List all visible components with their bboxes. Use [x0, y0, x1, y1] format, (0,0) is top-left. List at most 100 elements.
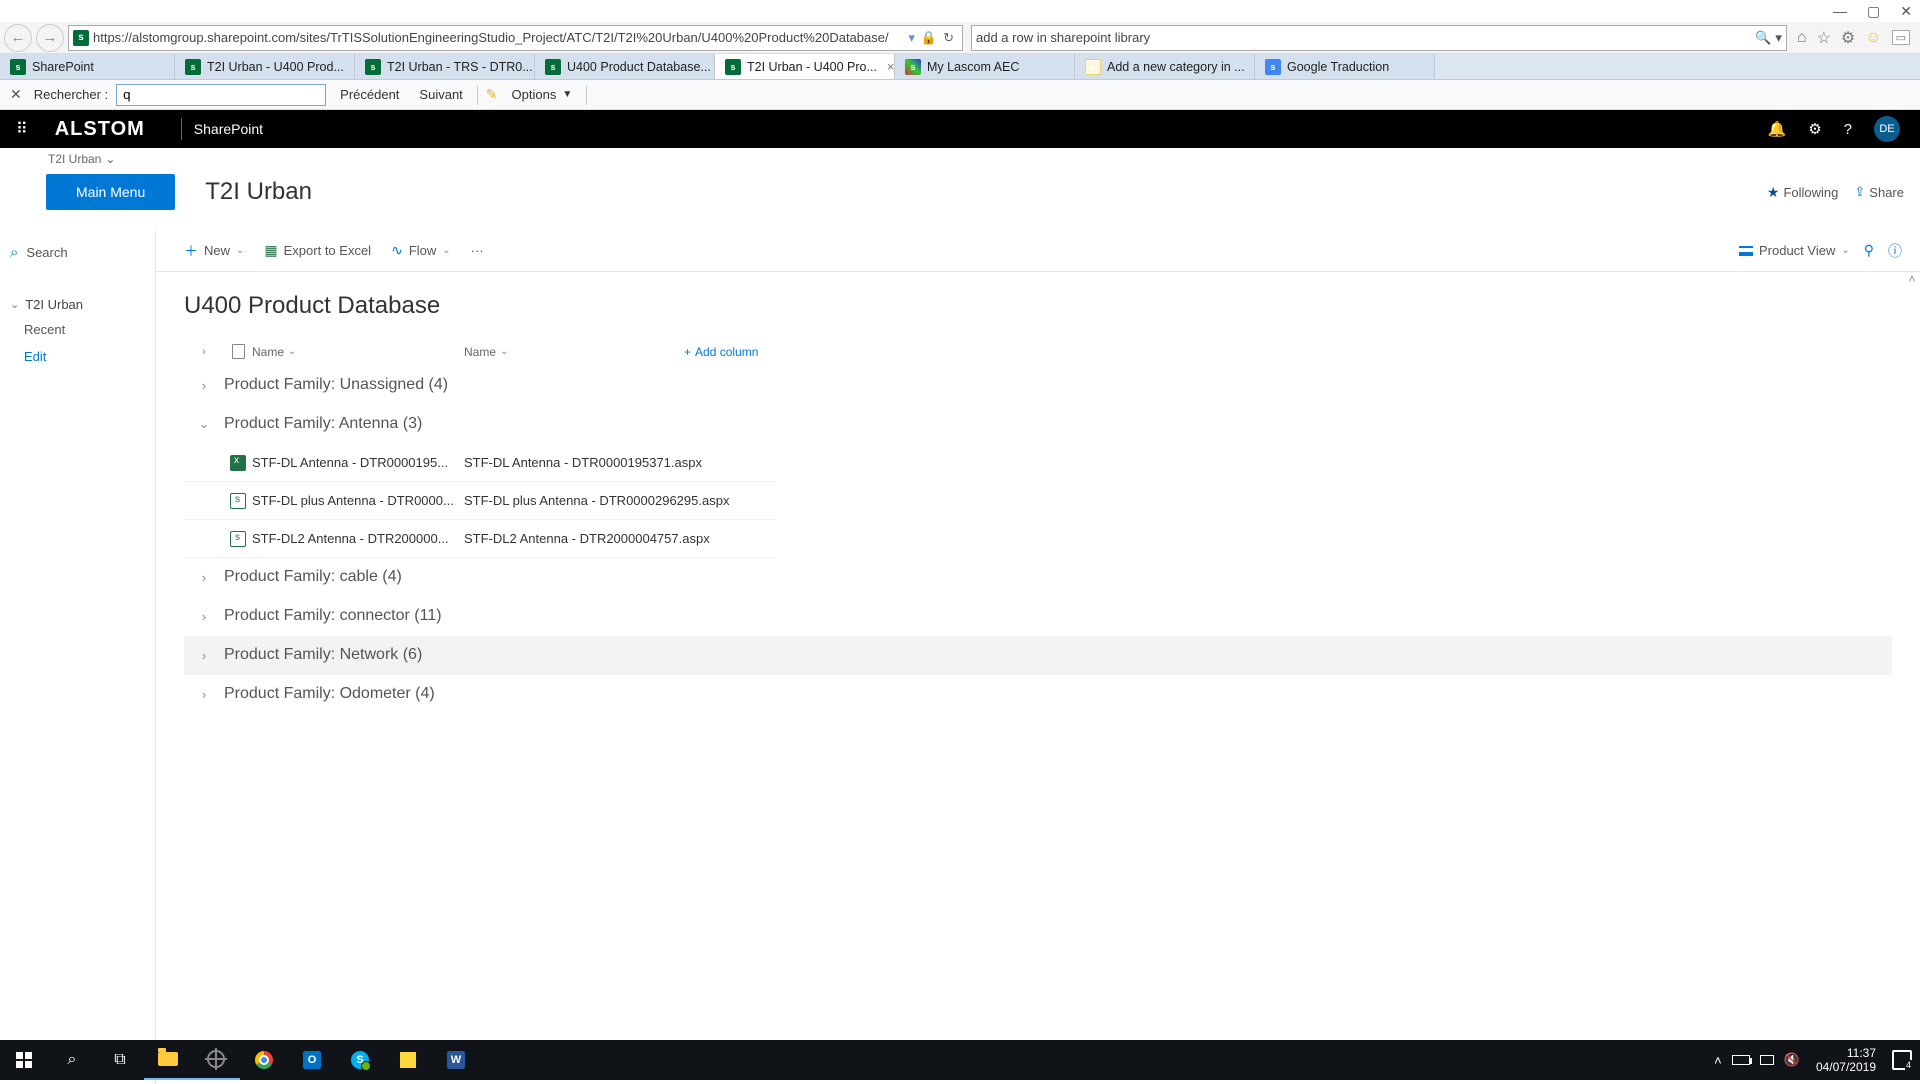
- browser-tab[interactable]: sSharePoint: [0, 54, 175, 79]
- find-options-button[interactable]: Options▼: [506, 87, 579, 102]
- feedback-icon[interactable]: ☺: [1865, 29, 1881, 47]
- group-label: Product Family: Odometer (4): [224, 685, 435, 703]
- suite-app-label[interactable]: SharePoint: [194, 121, 263, 137]
- search-icon: ⌕: [10, 244, 18, 261]
- tab-favicon-icon: s: [1265, 59, 1281, 75]
- help-icon[interactable]: ?: [1844, 121, 1852, 138]
- site-breadcrumb[interactable]: T2I Urban: [48, 152, 101, 166]
- chrome-button[interactable]: [240, 1040, 288, 1080]
- highlight-icon[interactable]: ✎: [486, 86, 498, 103]
- start-button[interactable]: [0, 1040, 48, 1080]
- left-search-button[interactable]: ⌕ Search: [10, 238, 145, 269]
- browser-tab[interactable]: sT2I Urban - U400 Pro...×: [715, 54, 895, 79]
- favorite-icon[interactable]: ☆: [1817, 28, 1831, 48]
- breadcrumb-chevron-icon[interactable]: ⌄: [105, 152, 115, 166]
- outlook-button[interactable]: O: [288, 1040, 336, 1080]
- taskview-button[interactable]: ⧉: [96, 1040, 144, 1080]
- chevron-down-icon[interactable]: ⌄: [184, 416, 224, 432]
- view-selector[interactable]: Product View⌄: [1739, 243, 1850, 258]
- header-expand-all[interactable]: ›: [184, 346, 224, 358]
- nav-site-root[interactable]: ⌄ T2I Urban: [10, 293, 145, 316]
- list-item[interactable]: STF-DL Antenna - DTR0000195...STF-DL Ant…: [184, 444, 776, 482]
- group-header[interactable]: ›Product Family: Unassigned (4): [184, 366, 1892, 405]
- sticky-notes-button[interactable]: [384, 1040, 432, 1080]
- column-header-name[interactable]: Name⌄: [252, 345, 464, 359]
- nav-forward-button[interactable]: →: [36, 24, 64, 52]
- browser-tab[interactable]: sU400 Product Database...: [535, 54, 715, 79]
- browser-tab[interactable]: sT2I Urban - U400 Prod...: [175, 54, 355, 79]
- browser-search-input[interactable]: [976, 30, 1755, 45]
- tab-favicon-icon: s: [10, 59, 26, 75]
- action-center-button[interactable]: 4: [1892, 1050, 1912, 1070]
- list-item[interactable]: STF-DL plus Antenna - DTR0000...STF-DL p…: [184, 482, 776, 520]
- taskbar-search-button[interactable]: ⌕: [48, 1040, 96, 1080]
- find-close-button[interactable]: ✕: [6, 86, 26, 103]
- system-clock[interactable]: 11:37 04/07/2019: [1810, 1046, 1882, 1074]
- file-explorer-button[interactable]: [144, 1040, 192, 1080]
- tray-overflow-icon[interactable]: ˄: [1714, 1053, 1722, 1068]
- app-launcher-icon[interactable]: ⠿: [8, 119, 35, 139]
- item-filename: STF-DL plus Antenna - DTR0000296295.aspx: [464, 493, 776, 508]
- chevron-right-icon[interactable]: ›: [184, 378, 224, 393]
- cmd-new-button[interactable]: ＋New⌄: [174, 241, 254, 261]
- tab-close-button[interactable]: ×: [887, 59, 895, 74]
- page-icon[interactable]: ▭: [1892, 30, 1910, 45]
- column-header-name-2[interactable]: Name⌄: [464, 345, 684, 359]
- taskbar-app-reticle[interactable]: [192, 1040, 240, 1080]
- browser-tab[interactable]: sT2I Urban - TRS - DTR0...: [355, 54, 535, 79]
- url-input[interactable]: [93, 30, 904, 45]
- find-next-button[interactable]: Suivant: [413, 87, 468, 102]
- group-header[interactable]: ›Product Family: connector (11): [184, 597, 1892, 636]
- group-header[interactable]: ›Product Family: Network (6): [184, 636, 1892, 675]
- chevron-right-icon[interactable]: ›: [184, 687, 224, 702]
- chevron-right-icon[interactable]: ›: [184, 648, 224, 663]
- chevron-right-icon[interactable]: ›: [184, 570, 224, 585]
- chevron-right-icon[interactable]: ›: [184, 609, 224, 624]
- search-icon[interactable]: 🔍: [1755, 30, 1771, 46]
- nav-edit-link[interactable]: Edit: [24, 343, 145, 370]
- tab-favicon-icon: s: [545, 59, 561, 75]
- info-icon[interactable]: ⓘ: [1888, 241, 1902, 261]
- filter-icon[interactable]: ⚲: [1864, 242, 1874, 259]
- main-menu-button[interactable]: Main Menu: [46, 174, 175, 210]
- notification-count: 4: [1905, 1060, 1912, 1070]
- window-maximize-button[interactable]: ▢: [1867, 3, 1880, 20]
- input-icon[interactable]: [1760, 1055, 1774, 1065]
- window-close-button[interactable]: ✕: [1900, 3, 1912, 20]
- nav-back-button[interactable]: ←: [4, 24, 32, 52]
- dropdown-caret-icon[interactable]: ▾: [908, 30, 915, 46]
- tools-icon[interactable]: ⚙: [1841, 28, 1855, 48]
- word-button[interactable]: W: [432, 1040, 480, 1080]
- share-button[interactable]: ⇪ Share: [1854, 184, 1904, 200]
- list-item[interactable]: STF-DL2 Antenna - DTR200000...STF-DL2 An…: [184, 520, 776, 558]
- nav-recent[interactable]: Recent: [24, 316, 145, 343]
- group-header[interactable]: ›Product Family: cable (4): [184, 558, 1892, 597]
- cmd-export-button[interactable]: ▦Export to Excel: [254, 242, 381, 259]
- divider: [586, 85, 587, 105]
- address-field[interactable]: s ▾ 🔒 ↻: [68, 25, 963, 51]
- find-prev-button[interactable]: Précédent: [334, 87, 405, 102]
- volume-icon[interactable]: 🔇: [1784, 1052, 1800, 1068]
- browser-tab[interactable]: sGoogle Traduction: [1255, 54, 1435, 79]
- refresh-button[interactable]: ↻: [943, 30, 954, 46]
- battery-icon[interactable]: [1732, 1055, 1750, 1065]
- browser-search-field[interactable]: 🔍 ▾: [971, 25, 1787, 51]
- find-input[interactable]: [116, 84, 326, 106]
- group-header[interactable]: ⌄Product Family: Antenna (3): [184, 405, 1892, 444]
- settings-icon[interactable]: ⚙: [1808, 120, 1821, 138]
- search-dropdown-icon[interactable]: ▾: [1775, 30, 1782, 46]
- add-column-button[interactable]: +Add column: [684, 345, 758, 359]
- cmd-flow-button[interactable]: ∿Flow⌄: [381, 242, 461, 259]
- window-minimize-button[interactable]: —: [1833, 3, 1847, 19]
- share-icon: ⇪: [1854, 184, 1865, 200]
- user-avatar[interactable]: DE: [1874, 116, 1900, 142]
- browser-tab[interactable]: sMy Lascom AEC: [895, 54, 1075, 79]
- home-icon[interactable]: ⌂: [1797, 29, 1807, 47]
- browser-tab[interactable]: sAdd a new category in ...: [1075, 54, 1255, 79]
- cmd-more-button[interactable]: ···: [461, 243, 494, 258]
- skype-button[interactable]: S: [336, 1040, 384, 1080]
- scroll-up-icon[interactable]: ˄: [1904, 272, 1920, 292]
- notifications-icon[interactable]: 🔔: [1768, 120, 1787, 138]
- follow-button[interactable]: ★ Following: [1767, 184, 1838, 201]
- group-header[interactable]: ›Product Family: Odometer (4): [184, 675, 1892, 714]
